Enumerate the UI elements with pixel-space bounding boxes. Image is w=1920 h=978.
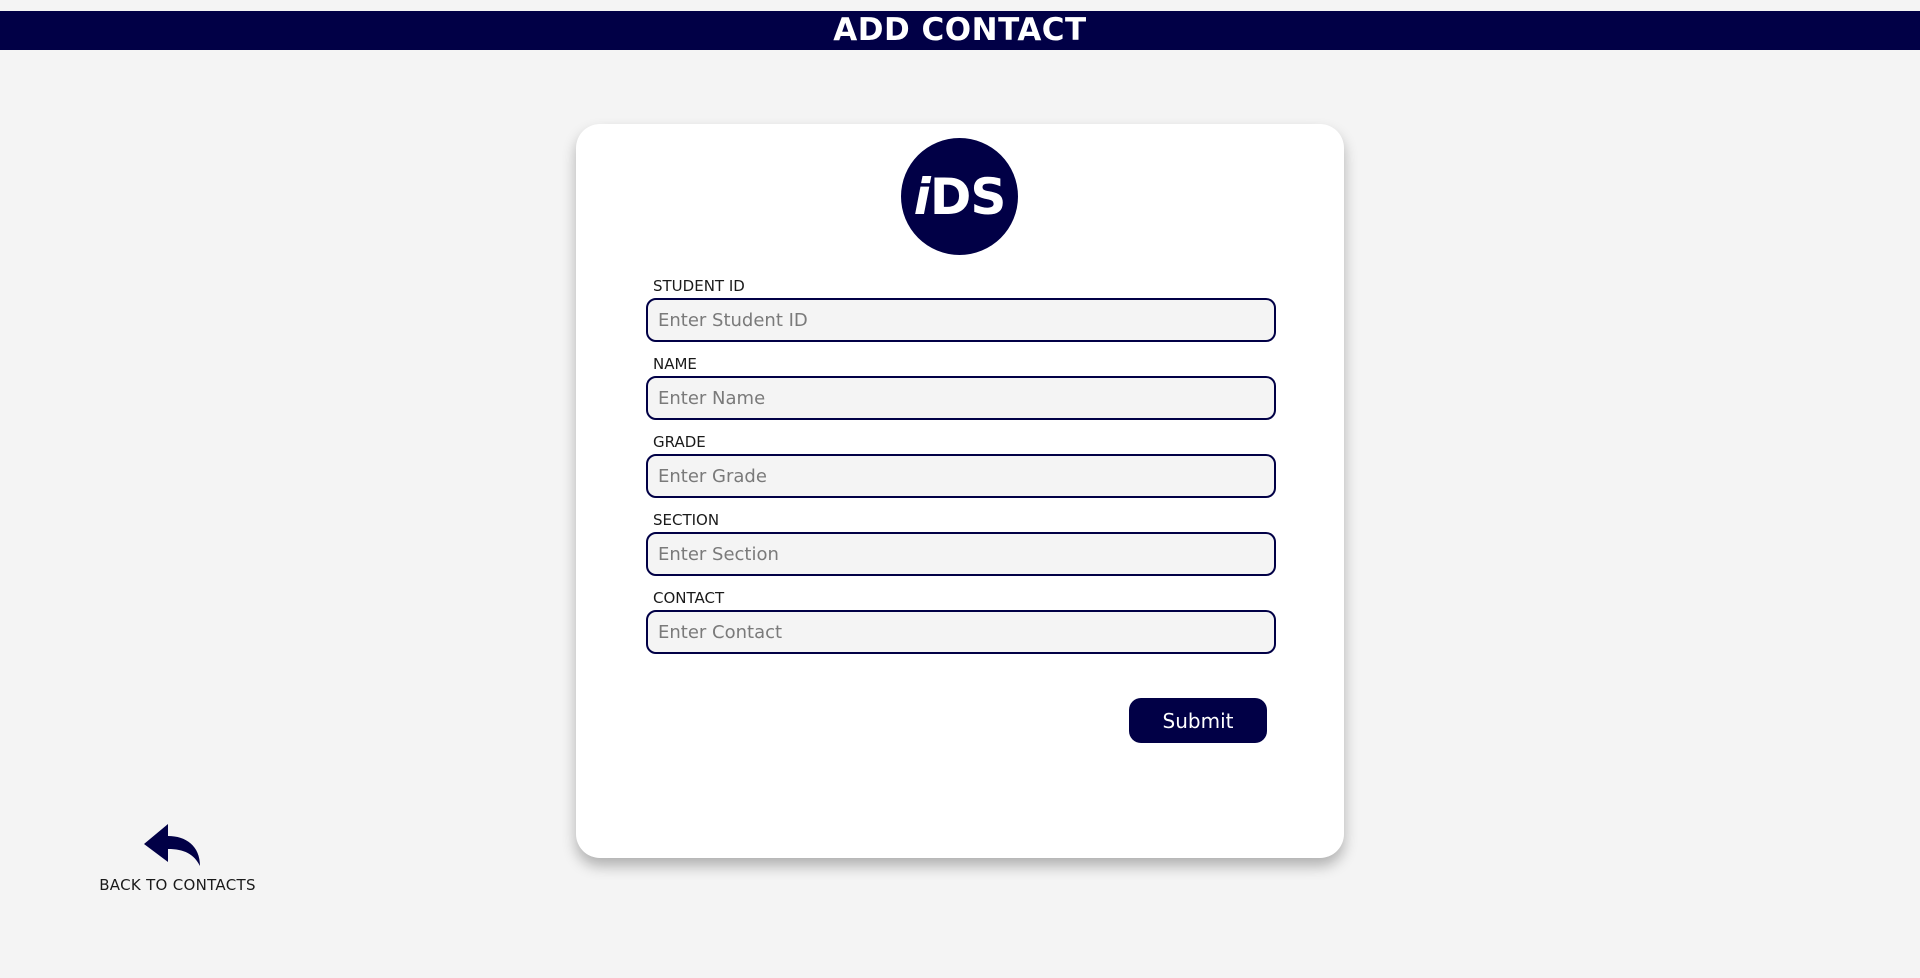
contact-field: CONTACT [646,589,1276,654]
reply-arrow-icon [144,824,200,866]
back-to-contacts-label: BACK TO CONTACTS [99,876,256,894]
name-field: NAME [646,355,1276,420]
section-label: SECTION [653,511,720,529]
contact-label: CONTACT [653,589,725,607]
grade-field: GRADE [646,433,1276,498]
student-id-label: STUDENT ID [653,277,745,295]
top-strip [0,0,1920,11]
name-label: NAME [653,355,697,373]
page-header: ADD CONTACT [0,11,1920,50]
ids-logo: iDS [901,138,1018,255]
name-input[interactable] [646,376,1276,420]
grade-label: GRADE [653,433,706,451]
section-input[interactable] [646,532,1276,576]
section-field: SECTION [646,511,1276,576]
add-contact-card: iDS STUDENT ID NAME GRADE SECTION CONTAC… [576,124,1344,858]
contact-input[interactable] [646,610,1276,654]
back-to-contacts-link[interactable]: BACK TO CONTACTS [90,822,265,894]
page-title: ADD CONTACT [833,12,1087,48]
student-id-input[interactable] [646,298,1276,342]
student-id-field: STUDENT ID [646,277,1276,342]
grade-input[interactable] [646,454,1276,498]
submit-button[interactable]: Submit [1129,698,1267,743]
logo-text: iDS [913,167,1007,226]
